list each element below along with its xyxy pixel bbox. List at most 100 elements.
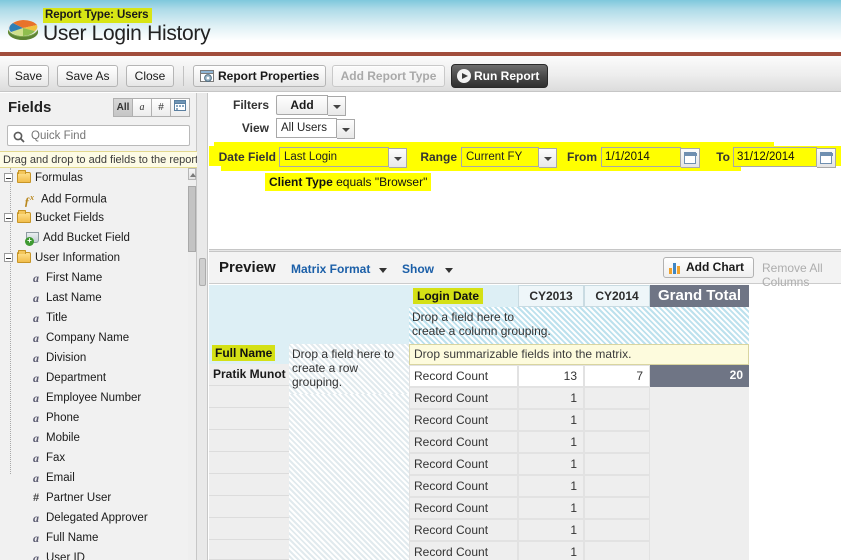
report-format-selector[interactable]: Matrix Format [291, 262, 370, 276]
text-field-icon: a [33, 551, 39, 560]
scroll-up-arrow-icon[interactable] [188, 168, 196, 180]
view-dropdown-arrow[interactable] [337, 119, 355, 139]
tree-field-title[interactable]: a Title [0, 308, 189, 328]
matrix-cell-cy2013: 1 [518, 431, 584, 453]
tree-field-fax[interactable]: a Fax [0, 448, 189, 468]
tree-field-mobile[interactable]: a Mobile [0, 428, 189, 448]
save-as-button[interactable]: Save As [57, 65, 118, 87]
toolbar-divider [183, 66, 184, 86]
tree-label: Full Name [46, 532, 99, 545]
collapse-icon[interactable] [4, 213, 13, 223]
field-filter-date[interactable] [170, 98, 190, 117]
tree-item-add-formula[interactable]: ƒx Add Formula [0, 188, 189, 208]
text-field-icon: a [33, 351, 39, 365]
row-group-label[interactable]: Full Name [212, 345, 276, 361]
column-grouping-dropzone[interactable]: Drop a field here to create a column gro… [409, 307, 749, 344]
matrix-cell-cy2013: 1 [518, 541, 584, 560]
tree-label: First Name [46, 272, 103, 285]
report-format-caret-icon[interactable] [379, 268, 387, 273]
tree-field-last-name[interactable]: a Last Name [0, 288, 189, 308]
matrix-cell-cy2014 [584, 541, 650, 560]
row-label-cell[interactable]: Pratik Munot [209, 364, 289, 386]
tree-field-partner-user[interactable]: # Partner User [0, 488, 189, 508]
field-filter-text[interactable]: a [132, 98, 152, 117]
matrix-cell-cy2013: 13 [518, 365, 584, 387]
save-button[interactable]: Save [8, 65, 49, 87]
range-select-value[interactable]: Current FY [461, 147, 539, 167]
filters-label: Filters [232, 98, 269, 112]
matrix-measure-label: Record Count [409, 541, 518, 560]
tree-field-department[interactable]: a Department [0, 368, 189, 388]
fields-panel-header: Fields All a # [0, 93, 197, 127]
tree-label: Company Name [46, 332, 130, 345]
tree-field-employee-number[interactable]: a Employee Number [0, 388, 189, 408]
matrix-cell-cy2014 [584, 431, 650, 453]
run-report-label: Run Report [474, 69, 540, 83]
summary-drop-hint[interactable]: Drop summarizable fields into the matrix… [409, 344, 749, 365]
fields-tree-scrollbar[interactable] [188, 168, 196, 560]
tree-field-first-name[interactable]: a First Name [0, 268, 189, 288]
collapse-icon[interactable] [4, 173, 13, 183]
from-label: From [567, 150, 597, 164]
tree-field-delegated-approver[interactable]: a Delegated Approver [0, 508, 189, 528]
tree-field-phone[interactable]: a Phone [0, 408, 189, 428]
add-filter-button[interactable]: Add [276, 95, 328, 115]
add-filter-dropdown-arrow[interactable] [328, 96, 346, 116]
matrix-cell-grand-total [650, 519, 749, 541]
field-filter-number[interactable]: # [151, 98, 171, 117]
tree-field-email[interactable]: a Email [0, 468, 189, 488]
add-chart-button[interactable]: Add Chart [663, 257, 754, 278]
report-properties-button[interactable]: Report Properties [193, 65, 326, 87]
column-header-cy2013[interactable]: CY2013 [518, 285, 584, 307]
run-report-button[interactable]: Run Report [451, 64, 549, 88]
tree-field-full-name[interactable]: a Full Name [0, 528, 189, 548]
from-date-input[interactable]: 1/1/2014 [601, 147, 681, 167]
quick-find-box[interactable] [7, 125, 190, 146]
splitter-grip[interactable] [199, 258, 206, 286]
matrix-cell-cy2014 [584, 519, 650, 541]
field-type-filter-group: All a # [113, 98, 190, 117]
scrollbar-thumb[interactable] [188, 186, 196, 252]
column-drop-hint-line1: Drop a field here to [412, 310, 515, 324]
range-dropdown-arrow[interactable] [539, 148, 557, 168]
tree-folder-formulas[interactable]: Formulas [0, 168, 189, 188]
tree-field-division[interactable]: a Division [0, 348, 189, 368]
quick-find-input[interactable] [29, 128, 184, 144]
gear-window-icon [200, 69, 215, 84]
show-caret-icon[interactable] [445, 268, 453, 273]
tree-item-add-bucket-field[interactable]: Add Bucket Field [0, 228, 189, 248]
tree-field-user-id[interactable]: a User ID [0, 548, 189, 560]
matrix-cell-cy2013: 1 [518, 519, 584, 541]
row-drop-hint-line1: Drop a field here to [292, 347, 395, 361]
column-group-label[interactable]: Login Date [413, 288, 483, 304]
row-grouping-dropzone[interactable]: Drop a field here to create a row groupi… [289, 344, 409, 394]
from-calendar-button[interactable] [681, 148, 700, 168]
panel-splitter[interactable] [197, 93, 208, 560]
tree-label: Fax [46, 452, 66, 465]
column-header-cy2014[interactable]: CY2014 [584, 285, 650, 307]
tree-folder-bucket-fields[interactable]: Bucket Fields [0, 208, 189, 228]
show-menu[interactable]: Show [402, 262, 434, 276]
field-filter-all[interactable]: All [113, 98, 133, 117]
date-field-select-value[interactable]: Last Login [279, 147, 389, 167]
matrix-measure-label: Record Count [409, 431, 518, 453]
calendar-icon [684, 152, 697, 164]
search-icon [13, 130, 25, 143]
row-blank-cell [209, 496, 289, 518]
matrix-cell-cy2014 [584, 497, 650, 519]
date-field-dropdown-arrow[interactable] [389, 148, 407, 168]
tree-folder-user-information[interactable]: User Information [0, 248, 189, 268]
text-field-icon: a [33, 391, 39, 405]
matrix-cell-grand-total [650, 541, 749, 560]
to-date-input[interactable]: 31/12/2014 [733, 147, 817, 167]
tree-field-company-name[interactable]: a Company Name [0, 328, 189, 348]
collapse-icon[interactable] [4, 253, 13, 263]
view-select-value[interactable]: All Users [276, 118, 337, 138]
filter-criteria-field: Client Type [269, 175, 333, 189]
to-calendar-button[interactable] [817, 148, 836, 168]
close-button[interactable]: Close [126, 65, 174, 87]
tree-label: Bucket Fields [35, 212, 105, 224]
range-label: Range [420, 150, 457, 164]
row-blank-cell [209, 430, 289, 452]
row-grouping-dropzone-fill[interactable] [289, 394, 409, 560]
